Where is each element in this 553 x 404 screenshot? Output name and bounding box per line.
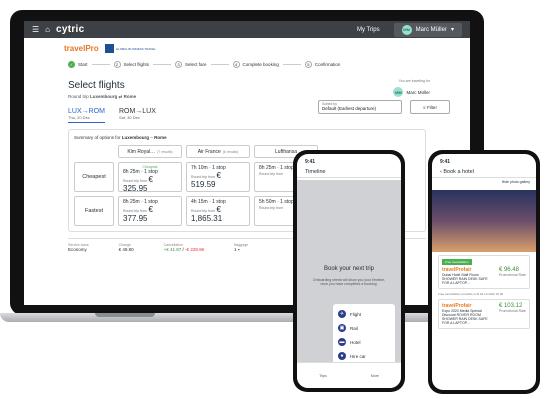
- train-icon: ▣: [338, 324, 346, 332]
- row-label-fastest: Fastest: [74, 196, 114, 226]
- laptop-frame: ☰ ⌂ cytric My Trips MM Marc Müller ▾ trave…: [0, 10, 494, 322]
- menu-item-rail[interactable]: ▣ Rail: [336, 321, 392, 335]
- partner-logos: travelPro GLOBAL BUSINESS TRAVEL: [24, 38, 470, 53]
- my-trips-link[interactable]: My Trips: [357, 27, 380, 33]
- hotel-photo: [432, 190, 536, 252]
- step-complete-booking: 4 Complete booking: [232, 61, 279, 68]
- timeline-title: Timeline: [297, 167, 401, 178]
- filter-button[interactable]: ≡ Filter: [410, 100, 450, 114]
- cancel-note: Free cancellation possible until 20.10.2…: [438, 292, 504, 296]
- airline-airfrance[interactable]: Air France (6 results): [186, 145, 250, 158]
- amex-gbt-logo: GLOBAL BUSINESS TRAVEL: [104, 44, 156, 53]
- brand-logo: cytric: [56, 24, 85, 35]
- airline-klm[interactable]: Klm Royal… (7 results): [118, 145, 182, 158]
- hotel-title: ‹ Book a hotel: [432, 167, 536, 178]
- phone-timeline: 9:41 Timeline Book your next trip Onboar…: [293, 150, 405, 392]
- phone-hotel: 9:41 ‹ Book a hotel Hide photo gallery F…: [428, 150, 540, 394]
- top-bar: ☰ ⌂ cytric My Trips MM Marc Müller ▾: [24, 21, 470, 38]
- traveler[interactable]: MM Marc Müller: [393, 87, 430, 97]
- tab-trips[interactable]: Trips: [319, 374, 327, 378]
- status-time: 9:41: [305, 159, 316, 165]
- home-icon[interactable]: ⌂: [45, 25, 50, 34]
- user-menu[interactable]: MM Marc Müller ▾: [393, 22, 462, 37]
- hide-gallery-toggle[interactable]: Hide photo gallery: [432, 178, 536, 186]
- car-icon: ●: [338, 352, 346, 360]
- summary-title: Summary of options for Luxembourg – Rome: [74, 135, 167, 140]
- book-next-trip-text: Onboarding needs will show you your time…: [312, 278, 386, 286]
- hotel-card[interactable]: travelProfair Expo 2020 Media Special Dis…: [438, 299, 530, 329]
- option-cell[interactable]: 4h 15m · 1 stop Round trip from € 1,865.3…: [186, 196, 250, 226]
- step-confirmation: 5 Confirmation: [304, 61, 340, 68]
- book-next-trip-heading: Book your next trip: [323, 266, 375, 272]
- menu-item-hotel[interactable]: ▬ Hotel: [336, 335, 392, 349]
- step-start: ✓ Start: [68, 61, 88, 68]
- menu-item-flight[interactable]: ✈ Flight: [336, 307, 392, 321]
- plane-icon: ✈: [338, 310, 346, 318]
- booking-menu: ✈ Flight ▣ Rail ▬ Hotel ● Hire car: [333, 304, 395, 366]
- tab-outbound[interactable]: LUX→ROM Thu, 20 Dec: [68, 108, 105, 123]
- menu-icon[interactable]: ☰: [32, 25, 39, 34]
- row-label-cheapest: Cheapest: [74, 162, 114, 192]
- tab-return[interactable]: ROM→LUX Sat, 30 Dec: [119, 108, 156, 123]
- hotel-card[interactable]: Free Cancellation travelProfair Dubai Hot…: [438, 255, 530, 289]
- travelpro-logo: travelPro: [64, 44, 99, 53]
- avatar: MM: [401, 24, 412, 35]
- step-select-flights: 2 Select flights: [113, 61, 149, 68]
- sort-select[interactable]: Sorted by Default (Earliest departure): [318, 100, 402, 114]
- booking-steps: ✓ Start 2 Select flights 3 Select fare 4 Com…: [24, 53, 470, 68]
- step-select-fare: 3 Select fare: [175, 61, 207, 68]
- laptop-base: [0, 313, 494, 322]
- status-time: 9:41: [440, 159, 451, 165]
- option-cell[interactable]: 7h 10m · 1 stop Round trip from € 519.59: [186, 162, 250, 192]
- bed-icon: ▬: [338, 338, 346, 346]
- chevron-down-icon: ▾: [450, 27, 454, 33]
- option-cell[interactable]: 8h 25m · 1 stop Round trip from € 377.95: [118, 196, 182, 226]
- menu-item-hire-car[interactable]: ● Hire car: [336, 349, 392, 363]
- option-cell[interactable]: Cheapest 8h 25m · 1 stop Round trip from €…: [118, 162, 182, 193]
- tab-bar: Trips More: [297, 362, 401, 388]
- tab-more[interactable]: More: [371, 374, 379, 378]
- user-name: Marc Müller: [415, 26, 447, 33]
- traveling-for-label: You are traveling for: [398, 79, 430, 83]
